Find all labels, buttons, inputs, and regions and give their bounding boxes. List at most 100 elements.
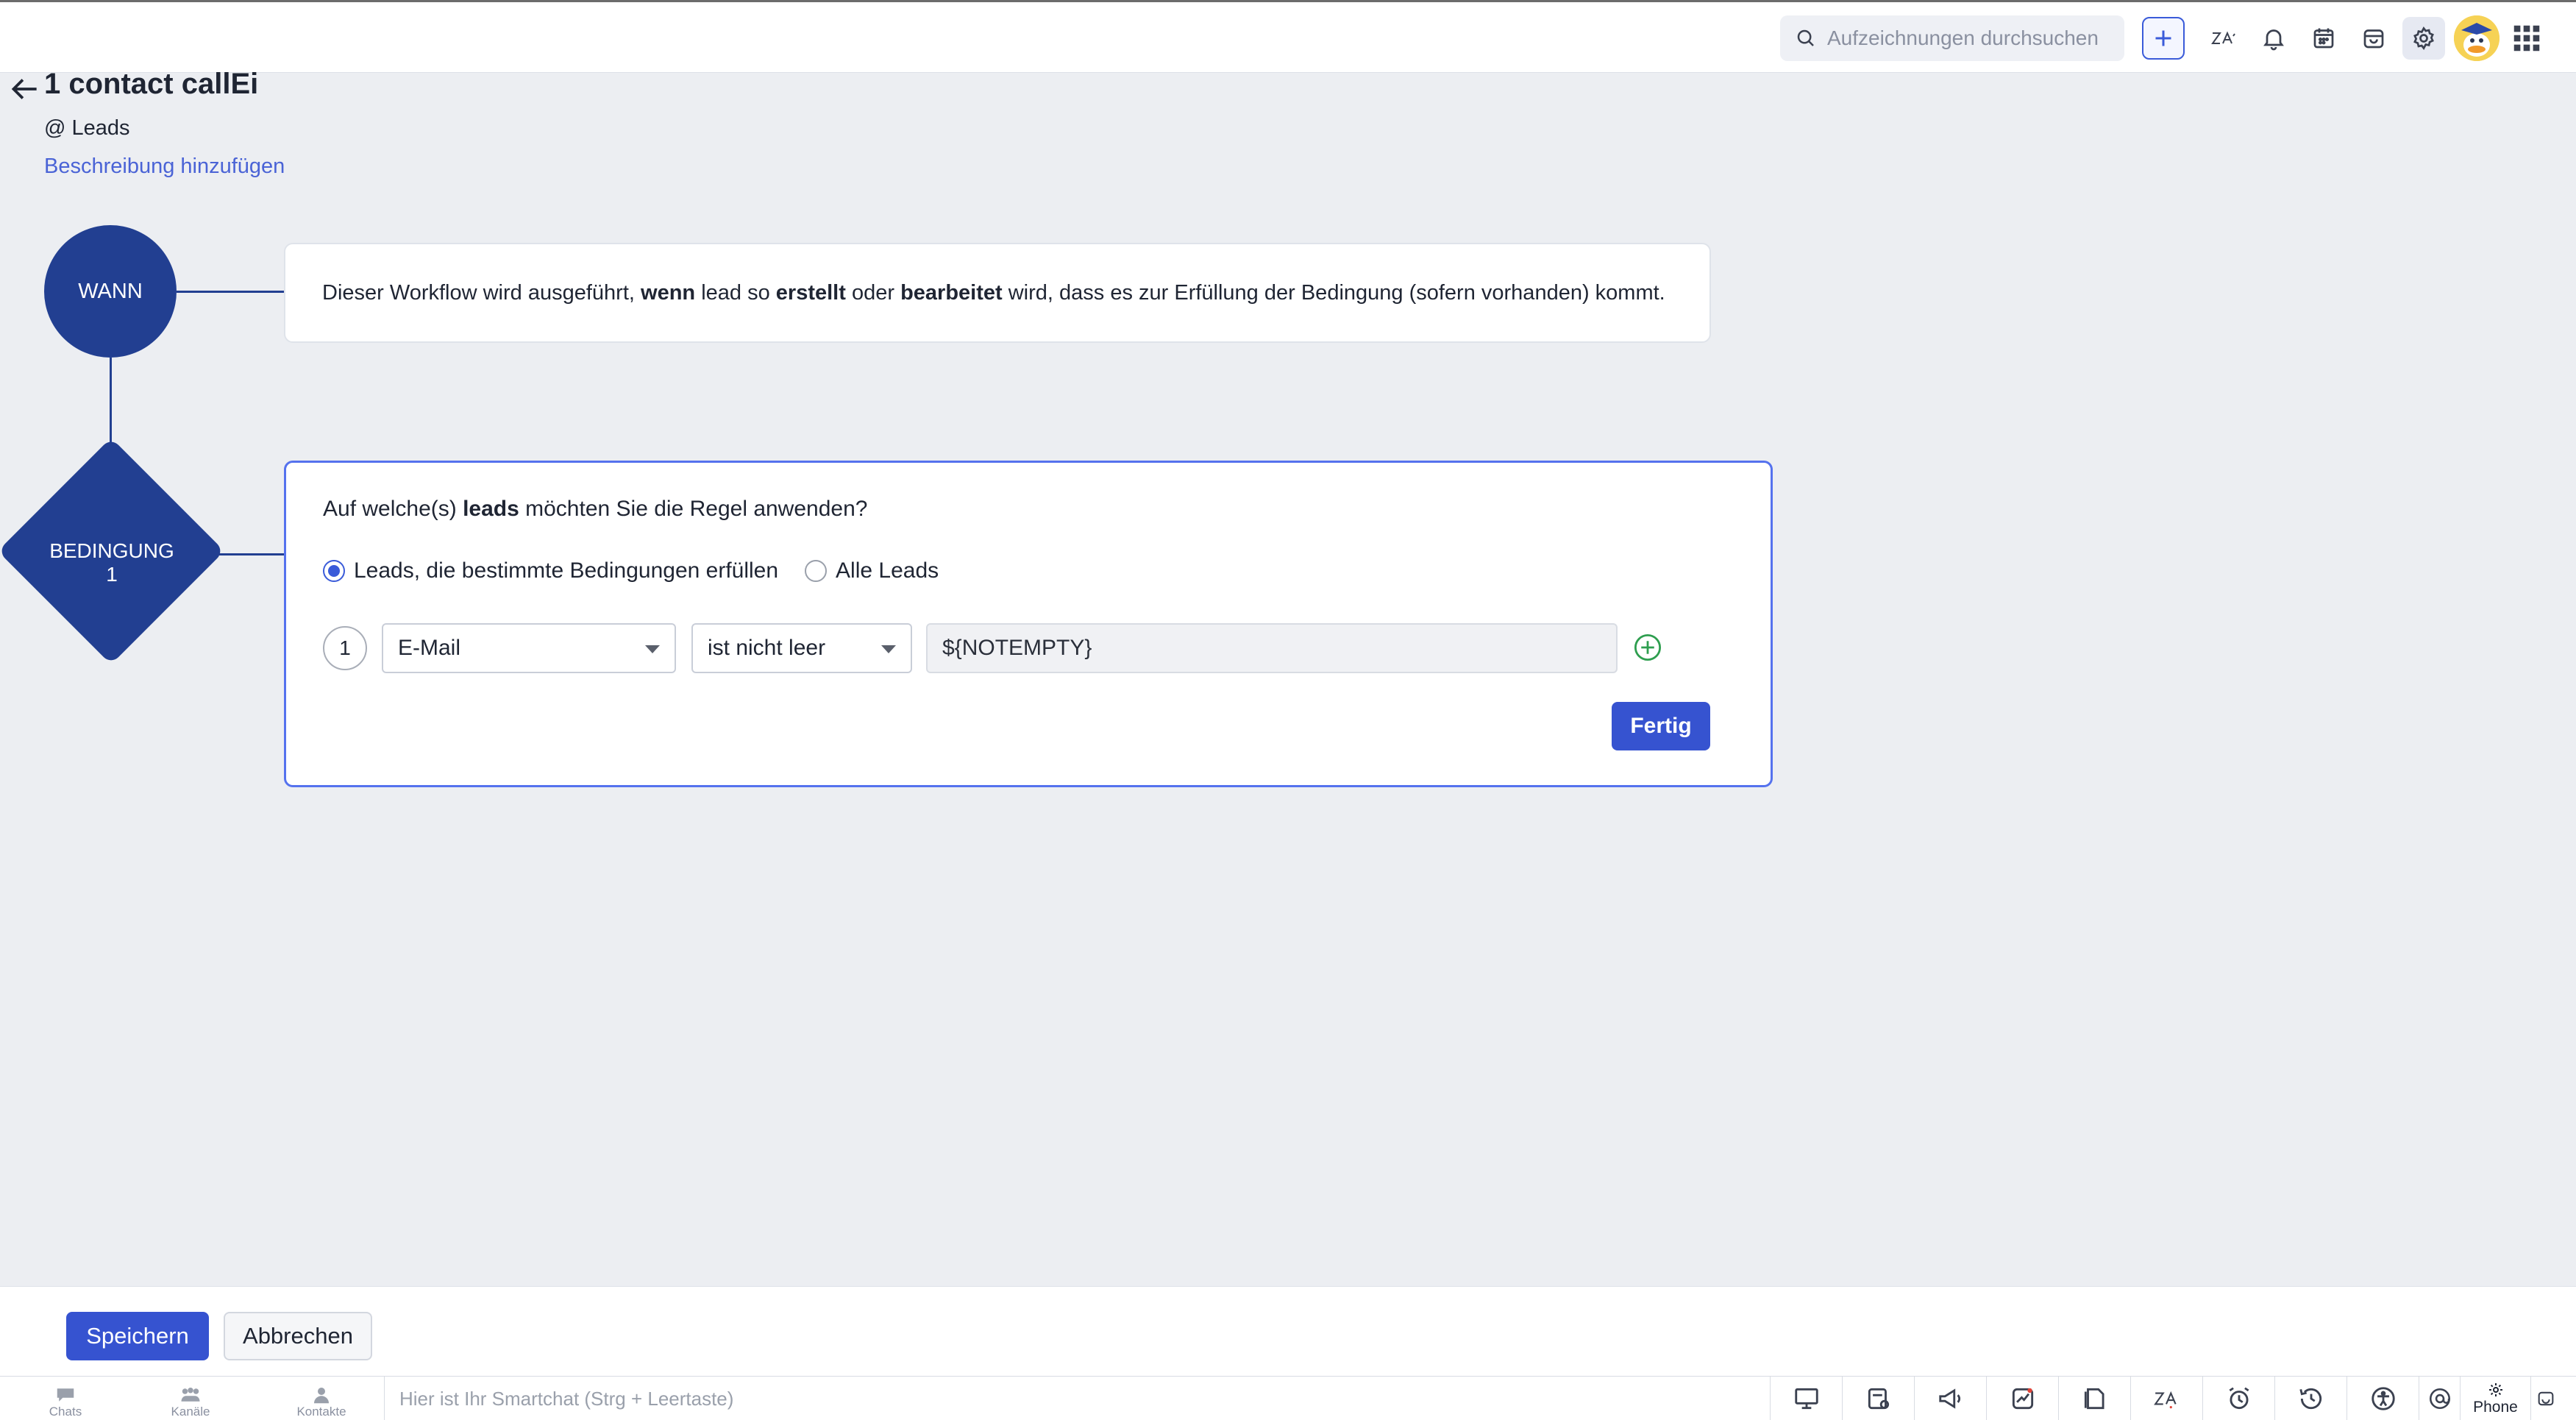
when-node[interactable]: WANN — [44, 225, 177, 358]
accessibility-icon — [2371, 1387, 2395, 1410]
apps-grid-icon[interactable] — [2510, 21, 2544, 55]
search-placeholder: Aufzeichnungen durchsuchen — [1827, 26, 2099, 49]
when-text-1: Dieser Workflow wird ausgeführt, — [322, 280, 641, 305]
marketplace-button[interactable] — [2352, 17, 2395, 60]
question-suffix: möchten Sie die Regel anwenden? — [519, 497, 868, 521]
question-prefix: Auf welche(s) — [323, 497, 463, 521]
channels-icon — [181, 1388, 200, 1402]
zia-bottom-button[interactable] — [2130, 1377, 2202, 1420]
smartchat-placeholder: Hier ist Ihr Smartchat (Strg + Leertaste… — [399, 1387, 734, 1410]
calendar-button[interactable] — [2302, 17, 2345, 60]
calendar-icon — [2313, 28, 2334, 49]
bell-icon — [2263, 29, 2284, 51]
when-text-bold-1: wenn — [641, 280, 696, 305]
radio-group: Leads, die bestimmte Bedingungen erfülle… — [323, 558, 939, 583]
search-icon — [1797, 29, 1814, 46]
question-bold: leads — [463, 497, 519, 521]
feedback-button[interactable] — [2530, 1377, 2560, 1420]
when-card[interactable]: Dieser Workflow wird ausgeführt, wenn le… — [284, 243, 1711, 343]
save-button[interactable]: Speichern — [66, 1312, 209, 1360]
zia-button[interactable] — [2202, 17, 2245, 60]
channels-tab[interactable]: Kanäle — [125, 1377, 256, 1420]
chats-tab[interactable]: Chats — [0, 1377, 131, 1420]
alarm-clock-icon — [2229, 1387, 2249, 1410]
criteria-value: ${NOTEMPTY} — [942, 636, 1092, 660]
condition-question: Auf welche(s) leads möchten Sie die Rege… — [323, 497, 867, 522]
action-footer: Speichern Abbrechen — [0, 1286, 2576, 1376]
field-select-value: E-Mail — [398, 636, 461, 660]
radio-all-leads[interactable] — [805, 560, 828, 582]
contacts-label: Kontakte — [296, 1405, 346, 1419]
smartchat-input[interactable]: Hier ist Ihr Smartchat (Strg + Leertaste… — [384, 1377, 1767, 1420]
add-condition-icon[interactable] — [1632, 632, 1663, 663]
history-button[interactable] — [2274, 1377, 2346, 1420]
connector-when — [177, 291, 284, 293]
zia-icon — [2153, 1391, 2177, 1409]
condition-label-line2: 1 — [106, 563, 118, 586]
bottom-bar: Chats Kanäle Kontakte Hier ist Ihr Smart… — [0, 1376, 2576, 1420]
chevron-down-icon — [645, 645, 660, 653]
condition-node-label: BEDINGUNG 1 — [29, 539, 194, 586]
analytics-icon — [2012, 1388, 2033, 1410]
when-text-2: lead so — [695, 280, 776, 305]
operator-select-value: ist nicht leer — [708, 636, 826, 660]
bottom-toolbar: Phone — [1770, 1377, 2560, 1420]
module-label: @ Leads — [44, 116, 130, 140]
search-box[interactable]: Aufzeichnungen durchsuchen — [1780, 15, 2124, 61]
create-button[interactable] — [2142, 17, 2185, 60]
add-description-link[interactable]: Beschreibung hinzufügen — [44, 155, 285, 179]
radio-all-leads-label[interactable]: Alle Leads — [836, 558, 939, 583]
notifications-button[interactable] — [2252, 17, 2295, 60]
criteria-number: 1 — [323, 626, 367, 670]
notes-button[interactable] — [2058, 1377, 2130, 1420]
zia-icon — [2211, 31, 2235, 44]
remote-support-button[interactable] — [1770, 1377, 1842, 1420]
chevron-down-icon — [881, 645, 896, 653]
when-text-4: wird, dass es zur Erfüllung der Bedingun… — [1002, 280, 1665, 305]
avatar[interactable] — [2454, 15, 2499, 61]
user-avatar-icon — [2454, 15, 2499, 61]
accessibility-button[interactable] — [2346, 1377, 2419, 1420]
gear-icon — [2413, 26, 2434, 50]
chat-icon — [57, 1388, 74, 1402]
contacts-tab[interactable]: Kontakte — [256, 1377, 387, 1420]
cancel-button[interactable]: Abbrechen — [224, 1312, 372, 1360]
gear-icon — [2488, 1383, 2502, 1396]
operator-select[interactable]: ist nicht leer — [691, 623, 912, 673]
done-button[interactable]: Fertig — [1612, 702, 1710, 750]
contacts-icon — [314, 1388, 329, 1404]
plus-icon — [2155, 30, 2171, 46]
when-node-label: WANN — [78, 279, 143, 303]
monitor-icon — [1794, 1388, 1818, 1410]
mentions-button[interactable] — [2419, 1377, 2460, 1420]
settings-button[interactable] — [2402, 17, 2445, 60]
chats-label: Chats — [49, 1405, 82, 1419]
back-arrow-icon[interactable] — [6, 71, 43, 107]
feedback-icon — [2538, 1391, 2553, 1406]
reminders-button[interactable] — [2202, 1377, 2274, 1420]
condition-label-line1: BEDINGUNG — [49, 539, 174, 562]
marketplace-icon — [2363, 29, 2384, 49]
phone-label: Phone — [2473, 1399, 2518, 1416]
feed-button[interactable] — [1842, 1377, 1914, 1420]
when-text-3: oder — [845, 280, 901, 305]
campaigns-button[interactable] — [1914, 1377, 1986, 1420]
phone-button[interactable]: Phone — [2460, 1377, 2530, 1420]
feed-icon — [1868, 1388, 1889, 1410]
history-icon — [2299, 1388, 2321, 1410]
megaphone-icon — [1938, 1388, 1960, 1409]
when-text-bold-2: erstellt — [775, 280, 846, 305]
radio-specific-leads[interactable] — [323, 560, 345, 582]
condition-card: Auf welche(s) leads möchten Sie die Rege… — [284, 461, 1773, 787]
criteria-value-input[interactable]: ${NOTEMPTY} — [926, 623, 1618, 673]
analytics-button[interactable] — [1986, 1377, 2058, 1420]
at-sign-icon — [2429, 1388, 2450, 1410]
when-text-bold-3: bearbeitet — [900, 280, 1003, 305]
channels-label: Kanäle — [171, 1405, 210, 1419]
page-title: 1 contact callEi — [44, 68, 259, 100]
radio-specific-leads-label[interactable]: Leads, die bestimmte Bedingungen erfülle… — [354, 558, 778, 583]
field-select[interactable]: E-Mail — [382, 623, 676, 673]
notes-icon — [2084, 1388, 2104, 1410]
top-bar: Aufzeichnungen durchsuchen — [0, 0, 2576, 73]
when-description: Dieser Workflow wird ausgeführt, wenn le… — [322, 281, 1665, 305]
